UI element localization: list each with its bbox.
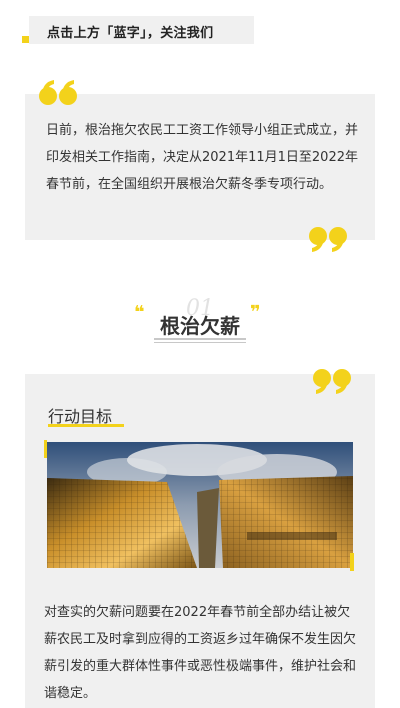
follow-banner-text: 点击上方「蓝字」，关注我们 xyxy=(47,26,214,41)
follow-banner[interactable]: 点击上方「蓝字」，关注我们 xyxy=(22,16,254,44)
quote-open-icon xyxy=(39,80,77,105)
skyscraper-photo xyxy=(47,442,353,568)
section-heading: ❝ 01 根治欠薪 ❞ xyxy=(130,296,270,348)
mini-quote-right-icon: ❞ xyxy=(250,302,261,323)
banner-box: 点击上方「蓝字」，关注我们 xyxy=(29,16,254,44)
quote-close-icon xyxy=(309,227,347,252)
title-underline xyxy=(154,338,246,340)
goal-paragraph: 对查实的欠薪问题要在2022年春节前全部办结让被欠薪农民工及时拿到应得的工资返乡… xyxy=(44,605,357,701)
title-underline-thin xyxy=(154,342,246,343)
goal-title-underline xyxy=(48,424,124,427)
photo-accent xyxy=(350,553,354,571)
section-title: 根治欠薪 xyxy=(160,314,240,338)
intro-paragraph: 日前，根治拖欠农民工工资工作领导小组正式成立，并印发相关工作指南，决定从2021… xyxy=(46,123,359,192)
quote-close-icon xyxy=(313,369,351,394)
banner-accent xyxy=(22,36,29,43)
